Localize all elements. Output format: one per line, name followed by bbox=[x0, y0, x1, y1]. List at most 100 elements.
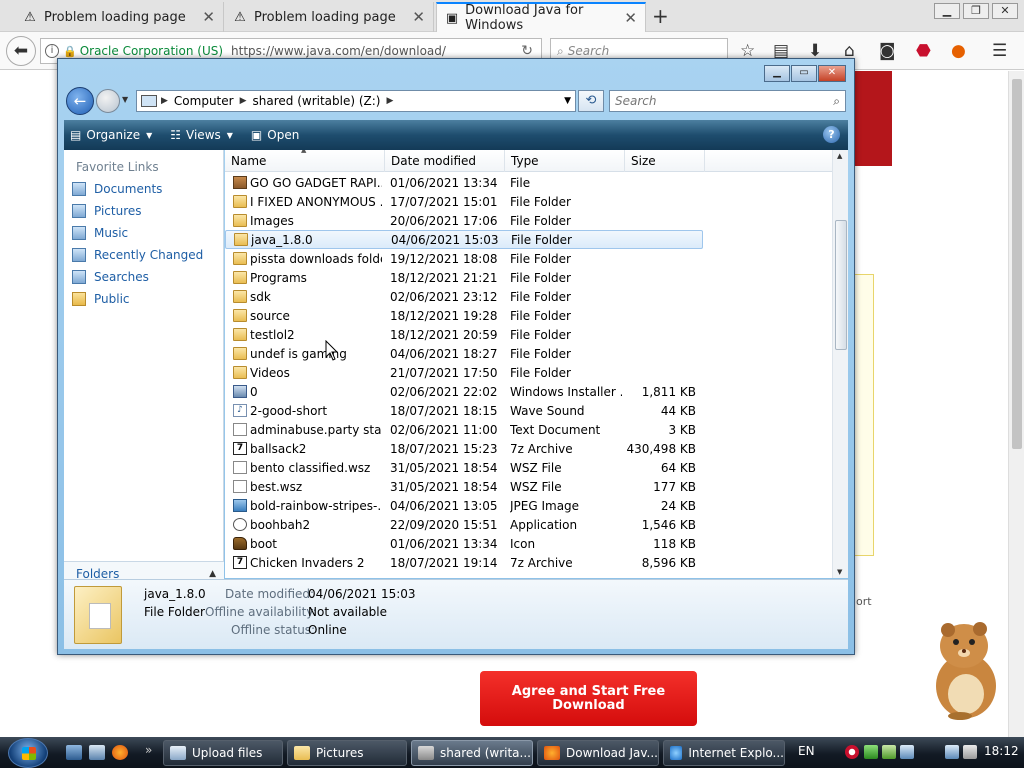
column-header-name[interactable]: Name bbox=[225, 150, 385, 172]
url-text: https://www.java.com/en/download/ bbox=[231, 44, 446, 58]
tab-download-java[interactable]: ▣ Download Java for Windows ✕ bbox=[436, 2, 646, 33]
page-scrollbar[interactable] bbox=[1008, 71, 1024, 737]
explorer-back-button[interactable]: ← bbox=[66, 87, 94, 115]
minimize-icon[interactable]: ▁ bbox=[764, 65, 790, 82]
language-indicator[interactable]: EN bbox=[798, 744, 815, 758]
switch-windows-icon[interactable] bbox=[89, 745, 105, 760]
extension-icon[interactable]: ● bbox=[951, 41, 966, 61]
info-icon[interactable]: i bbox=[45, 44, 59, 58]
close-icon[interactable]: ✕ bbox=[992, 3, 1018, 19]
explorer-search-input[interactable]: Search ⌕ bbox=[609, 90, 846, 112]
chevron-right-icon[interactable]: ▶ bbox=[240, 96, 247, 106]
wav-icon: ♪ bbox=[233, 404, 247, 417]
tray-app-icon[interactable] bbox=[882, 745, 896, 759]
column-header-size[interactable]: Size bbox=[625, 150, 705, 172]
scroll-thumb[interactable] bbox=[835, 220, 847, 350]
new-tab-icon[interactable]: + bbox=[652, 4, 669, 28]
network-connection-icon[interactable] bbox=[945, 745, 959, 759]
taskbar-button[interactable]: shared (writa... bbox=[411, 740, 533, 766]
open-button[interactable]: ▣ Open bbox=[251, 128, 299, 142]
file-row[interactable]: 7 Chicken Invaders 2 18/07/2021 19:14 7z Ar… bbox=[225, 553, 703, 572]
file-row[interactable]: undef is gaming 04/06/2021 18:27 File Fold… bbox=[225, 344, 703, 363]
file-row[interactable]: GO GO GADGET RAPI... 01/06/2021 13:34 File bbox=[225, 173, 703, 192]
file-row[interactable]: 0 02/06/2021 22:02 Windows Installer ... 1,… bbox=[225, 382, 703, 401]
tab-problem-loading-2[interactable]: ⚠ Problem loading page ✕ bbox=[224, 2, 434, 32]
nav-link-music[interactable]: Music bbox=[72, 226, 128, 240]
file-row[interactable]: testlol2 18/12/2021 20:59 File Folder bbox=[225, 325, 703, 344]
file-row[interactable]: java_1.8.0 04/06/2021 15:03 File Folder bbox=[225, 230, 703, 249]
menu-icon[interactable]: ☰ bbox=[992, 41, 1007, 61]
maximize-icon[interactable]: ▭ bbox=[791, 65, 817, 82]
file-row[interactable]: I FIXED ANONYMOUS ... 17/07/2021 15:01 Fil… bbox=[225, 192, 703, 211]
volume-icon[interactable] bbox=[963, 745, 977, 759]
clock[interactable]: 18:12 bbox=[984, 744, 1019, 758]
pocket-icon[interactable]: ◙ bbox=[879, 41, 896, 61]
history-dropdown-icon[interactable]: ▼ bbox=[122, 95, 128, 104]
explorer-window: ▁ ▭ ✕ ← ▼ ▶ Computer ▶ shared (writable)… bbox=[57, 58, 855, 655]
taskbar-button[interactable]: Upload files bbox=[163, 740, 283, 766]
chevron-double-right-icon[interactable]: » bbox=[145, 743, 152, 757]
file-row[interactable]: best.wsz 31/05/2021 18:54 WSZ File 177 KB bbox=[225, 477, 703, 496]
show-desktop-icon[interactable] bbox=[66, 745, 82, 760]
back-button[interactable]: ⬅ bbox=[6, 36, 36, 66]
minimize-icon[interactable]: ▁ bbox=[934, 3, 960, 19]
firefox-icon[interactable] bbox=[112, 745, 128, 760]
chevron-right-icon[interactable]: ▶ bbox=[386, 96, 393, 106]
restore-icon[interactable]: ❐ bbox=[963, 3, 989, 19]
chevron-right-icon[interactable]: ▶ bbox=[161, 96, 168, 106]
start-button[interactable] bbox=[8, 738, 48, 768]
network-icon[interactable] bbox=[864, 745, 878, 759]
file-name: 0 bbox=[250, 384, 258, 399]
file-row[interactable]: adminabuse.party stan... 02/06/2021 11:00… bbox=[225, 420, 703, 439]
file-row[interactable]: Programs 18/12/2021 21:21 File Folder bbox=[225, 268, 703, 287]
reload-icon[interactable]: ↻ bbox=[521, 43, 533, 59]
file-row[interactable]: sdk 02/06/2021 23:12 File Folder bbox=[225, 287, 703, 306]
breadcrumb-computer[interactable]: Computer bbox=[174, 94, 234, 108]
tray-display-icon[interactable] bbox=[900, 745, 914, 759]
scroll-up-icon[interactable]: ▲ bbox=[837, 152, 842, 160]
column-header-type[interactable]: Type bbox=[505, 150, 625, 172]
nav-link-recently-changed[interactable]: Recently Changed bbox=[72, 248, 203, 262]
scroll-thumb[interactable] bbox=[1012, 79, 1022, 449]
file-row[interactable]: Images 20/06/2021 17:06 File Folder bbox=[225, 211, 703, 230]
file-row[interactable]: source 18/12/2021 19:28 File Folder bbox=[225, 306, 703, 325]
file-name: 2-good-short bbox=[250, 403, 328, 418]
file-row[interactable]: pissta downloads folder 19/12/2021 18:08 F… bbox=[225, 249, 703, 268]
file-row[interactable]: Videos 21/07/2021 17:50 File Folder bbox=[225, 363, 703, 382]
breadcrumb-drive[interactable]: shared (writable) (Z:) bbox=[253, 94, 381, 108]
agree-download-button[interactable]: Agree and Start Free Download bbox=[480, 671, 697, 726]
file-row[interactable]: bento classified.wsz 31/05/2021 18:54 WSZ … bbox=[225, 458, 703, 477]
security-alert-icon[interactable] bbox=[845, 745, 859, 759]
taskbar-button[interactable]: Download Jav... bbox=[537, 740, 659, 766]
ublock-icon[interactable]: ⬣ bbox=[916, 41, 931, 61]
file-row[interactable]: 7 ballsack2 18/07/2021 15:23 7z Archive 430,… bbox=[225, 439, 703, 458]
close-icon[interactable]: ✕ bbox=[412, 8, 425, 26]
explorer-forward-button[interactable] bbox=[96, 89, 120, 113]
column-header-date[interactable]: Date modified bbox=[385, 150, 505, 172]
file-row[interactable]: boot 01/06/2021 13:34 Icon 118 KB bbox=[225, 534, 703, 553]
search-icon[interactable]: ⌕ bbox=[833, 94, 840, 109]
views-button[interactable]: ☷ Views ▼ bbox=[170, 128, 233, 142]
nav-link-documents[interactable]: Documents bbox=[72, 182, 162, 196]
help-icon[interactable]: ? bbox=[823, 126, 840, 143]
taskbar-button-label: shared (writa... bbox=[440, 746, 531, 760]
refresh-button[interactable]: ⟲ bbox=[578, 90, 604, 112]
address-bar[interactable]: ▶ Computer ▶ shared (writable) (Z:) ▶ ▼ bbox=[136, 90, 576, 112]
nav-link-searches[interactable]: Searches bbox=[72, 270, 149, 284]
scroll-down-icon[interactable]: ▼ bbox=[837, 568, 842, 576]
file-row[interactable]: boohbah2 22/09/2020 15:51 Application 1,546… bbox=[225, 515, 703, 534]
file-row[interactable]: ♪ 2-good-short 18/07/2021 18:15 Wave Sound 4… bbox=[225, 401, 703, 420]
close-icon[interactable]: ✕ bbox=[818, 65, 846, 82]
file-row[interactable]: bold-rainbow-stripes-... 04/06/2021 13:05… bbox=[225, 496, 703, 515]
close-icon[interactable]: ✕ bbox=[202, 8, 215, 26]
close-icon[interactable]: ✕ bbox=[624, 9, 637, 27]
nav-link-public[interactable]: Public bbox=[72, 292, 130, 306]
organize-button[interactable]: ▤ Organize ▼ bbox=[70, 128, 152, 142]
nav-link-pictures[interactable]: Pictures bbox=[72, 204, 142, 218]
chevron-down-icon[interactable]: ▼ bbox=[564, 96, 571, 106]
tab-problem-loading-1[interactable]: ⚠ Problem loading page ✕ bbox=[14, 2, 224, 32]
taskbar-button[interactable]: Internet Explo... bbox=[663, 740, 785, 766]
file-date-modified: 31/05/2021 18:54 bbox=[390, 479, 498, 494]
file-list-scrollbar[interactable]: ▲ ▼ bbox=[832, 150, 848, 578]
taskbar-button[interactable]: Pictures bbox=[287, 740, 407, 766]
